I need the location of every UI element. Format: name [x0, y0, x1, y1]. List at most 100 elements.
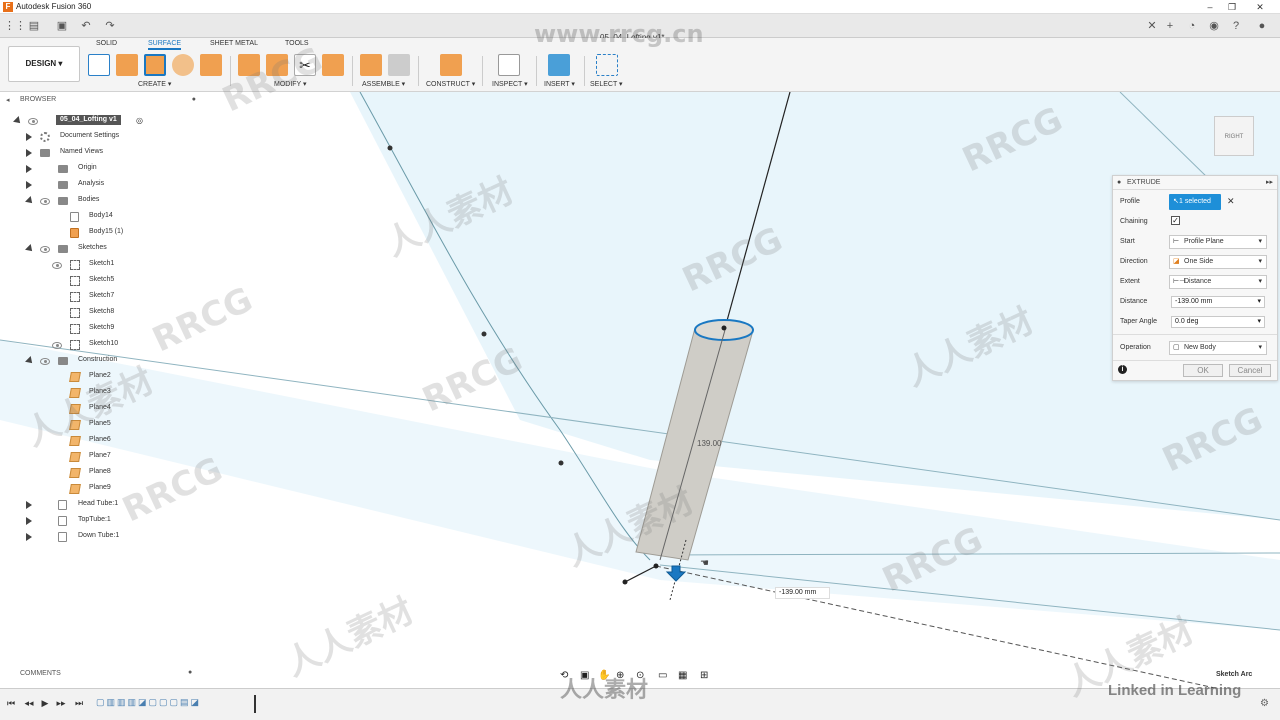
profile-selection-button[interactable]: ↖ 1 selected	[1169, 194, 1221, 210]
tree-row-label: Sketch7	[89, 292, 115, 299]
browser-pin-icon[interactable]: ●	[192, 96, 196, 103]
plane-icon	[69, 484, 81, 494]
collapse-icon[interactable]: ◂	[6, 96, 10, 104]
dialog-expand-icon[interactable]: ▸▸	[1266, 176, 1273, 190]
tab-sheet-metal[interactable]: SHEET METAL	[210, 40, 258, 47]
viewcube[interactable]: RIGHT	[1214, 116, 1254, 156]
ok-button[interactable]: OK	[1183, 364, 1223, 377]
extent-select[interactable]: ⊢⊣ Distance	[1169, 275, 1267, 289]
grid-menu-icon[interactable]: ⋮⋮	[4, 20, 26, 32]
comments-panel[interactable]: COMMENTS ●	[0, 668, 200, 682]
distance-field[interactable]: -139.00 mm	[1171, 296, 1265, 308]
start-select[interactable]: ⊢ Profile Plane	[1169, 235, 1267, 249]
cancel-button[interactable]: Cancel	[1229, 364, 1271, 377]
assemble-menu[interactable]: ASSEMBLE ▾	[362, 80, 405, 88]
tab-solid[interactable]: SOLID	[96, 40, 117, 47]
expand-arrow-icon[interactable]	[26, 533, 32, 541]
go-to-end-icon[interactable]: ⏭	[74, 698, 84, 708]
extrude-dialog-header[interactable]: ● EXTRUDE ▸▸	[1113, 176, 1277, 190]
visibility-eye-icon[interactable]	[40, 246, 50, 253]
tree-row-label: Construction	[78, 356, 118, 363]
collapse-arrow-icon[interactable]	[25, 356, 35, 366]
create-sketch-icon[interactable]	[88, 54, 110, 76]
step-forward-icon[interactable]: ▸▸	[56, 698, 66, 708]
clear-selection-icon[interactable]: ✕	[1227, 196, 1235, 207]
select-icon[interactable]	[596, 54, 618, 76]
chaining-checkbox[interactable]: ✓	[1171, 216, 1180, 225]
help-icon[interactable]: ?	[1230, 20, 1242, 32]
new-tab-icon[interactable]: +	[1164, 20, 1176, 32]
offset-plane-icon[interactable]	[440, 54, 462, 76]
go-to-start-icon[interactable]: ⏮	[6, 698, 16, 708]
grid-settings-icon[interactable]: ▦	[678, 670, 687, 681]
close-tab-icon[interactable]: ✕	[1146, 20, 1158, 32]
hand-cursor-icon: ☚	[700, 558, 709, 569]
user-avatar[interactable]: ●	[1256, 20, 1268, 32]
measure-icon[interactable]	[498, 54, 520, 76]
taper-angle-field[interactable]: 0.0 deg	[1171, 316, 1265, 328]
visibility-eye-icon[interactable]	[52, 262, 62, 269]
visibility-eye-icon[interactable]	[40, 358, 50, 365]
play-icon[interactable]: ▶	[40, 698, 50, 708]
separator	[536, 56, 537, 86]
expand-arrow-icon[interactable]	[26, 517, 32, 525]
comments-pin-icon[interactable]: ●	[188, 669, 192, 676]
sweep-icon[interactable]	[200, 54, 222, 76]
file-menu-icon[interactable]: ▤	[28, 20, 40, 32]
expand-arrow-icon[interactable]	[26, 501, 32, 509]
visibility-eye-icon[interactable]	[28, 118, 38, 125]
direction-select[interactable]: ◪ One Side	[1169, 255, 1267, 269]
visibility-eye-icon[interactable]	[52, 342, 62, 349]
info-icon[interactable]: i	[1118, 365, 1127, 374]
expand-arrow-icon[interactable]	[26, 181, 32, 189]
expand-arrow-icon[interactable]	[26, 165, 32, 173]
workspace-switcher[interactable]: DESIGN ▾	[8, 46, 80, 82]
taper-angle-label: Taper Angle	[1120, 318, 1157, 325]
step-back-icon[interactable]: ◂◂	[24, 698, 34, 708]
minimize-button[interactable]: –	[1200, 1, 1220, 13]
inspect-menu[interactable]: INSPECT ▾	[492, 80, 528, 88]
new-body-icon: ▢	[1173, 344, 1180, 351]
browser-header[interactable]: ◂ BROWSER ●	[4, 96, 200, 106]
collapse-arrow-icon[interactable]	[25, 244, 35, 254]
cursor-arrow-icon: ↖	[1173, 198, 1179, 205]
construct-menu[interactable]: CONSTRUCT ▾	[426, 80, 475, 88]
new-component-icon[interactable]	[360, 54, 382, 76]
tree-row-label: Body14	[89, 212, 113, 219]
body-icon	[70, 212, 79, 222]
distance-input-value: -139.00 mm	[779, 589, 817, 596]
timeline-features[interactable]: ▢▥▥▥◪▢▢▢▤◪	[96, 697, 256, 709]
expand-arrow-icon[interactable]	[26, 133, 32, 141]
display-settings-icon[interactable]: ▭	[658, 670, 667, 681]
expand-arrow-icon[interactable]	[26, 149, 32, 157]
select-menu[interactable]: SELECT ▾	[590, 80, 623, 88]
insert-image-icon[interactable]	[548, 54, 570, 76]
joint-icon[interactable]	[388, 54, 410, 76]
create-menu[interactable]: CREATE ▾	[138, 80, 171, 88]
collapse-arrow-icon[interactable]	[13, 116, 23, 126]
maximize-button[interactable]: ❐	[1222, 1, 1242, 13]
operation-select[interactable]: ▢ New Body	[1169, 341, 1267, 355]
insert-menu[interactable]: INSERT ▾	[544, 80, 575, 88]
tree-row-label: Sketch9	[89, 324, 115, 331]
revolve-icon[interactable]	[172, 54, 194, 76]
distance-input[interactable]: -139.00 mm	[775, 587, 830, 599]
close-button[interactable]: ✕	[1250, 1, 1270, 13]
radio-icon[interactable]: ◎	[136, 116, 143, 125]
undo-icon[interactable]: ↶	[80, 20, 92, 32]
job-status-icon[interactable]: ◔	[1186, 20, 1198, 32]
redo-icon[interactable]: ↷	[104, 20, 116, 32]
dialog-collapse-icon[interactable]: ●	[1117, 176, 1121, 190]
visibility-eye-icon[interactable]	[40, 198, 50, 205]
patch-icon[interactable]	[144, 54, 166, 76]
tab-surface[interactable]: SURFACE	[148, 40, 182, 50]
extrude-icon[interactable]	[116, 54, 138, 76]
tree-row-label: Origin	[78, 164, 97, 171]
collapse-arrow-icon[interactable]	[25, 196, 35, 206]
viewports-icon[interactable]: ⊞	[700, 670, 708, 681]
save-icon[interactable]: ▣	[56, 20, 68, 32]
notifications-icon[interactable]: ◉	[1208, 20, 1220, 32]
tree-row-document[interactable]: 05_04_Lofting v1 ◎	[10, 114, 190, 128]
timeline-settings-icon[interactable]: ⚙	[1260, 698, 1269, 709]
timeline-marker[interactable]	[254, 695, 256, 713]
